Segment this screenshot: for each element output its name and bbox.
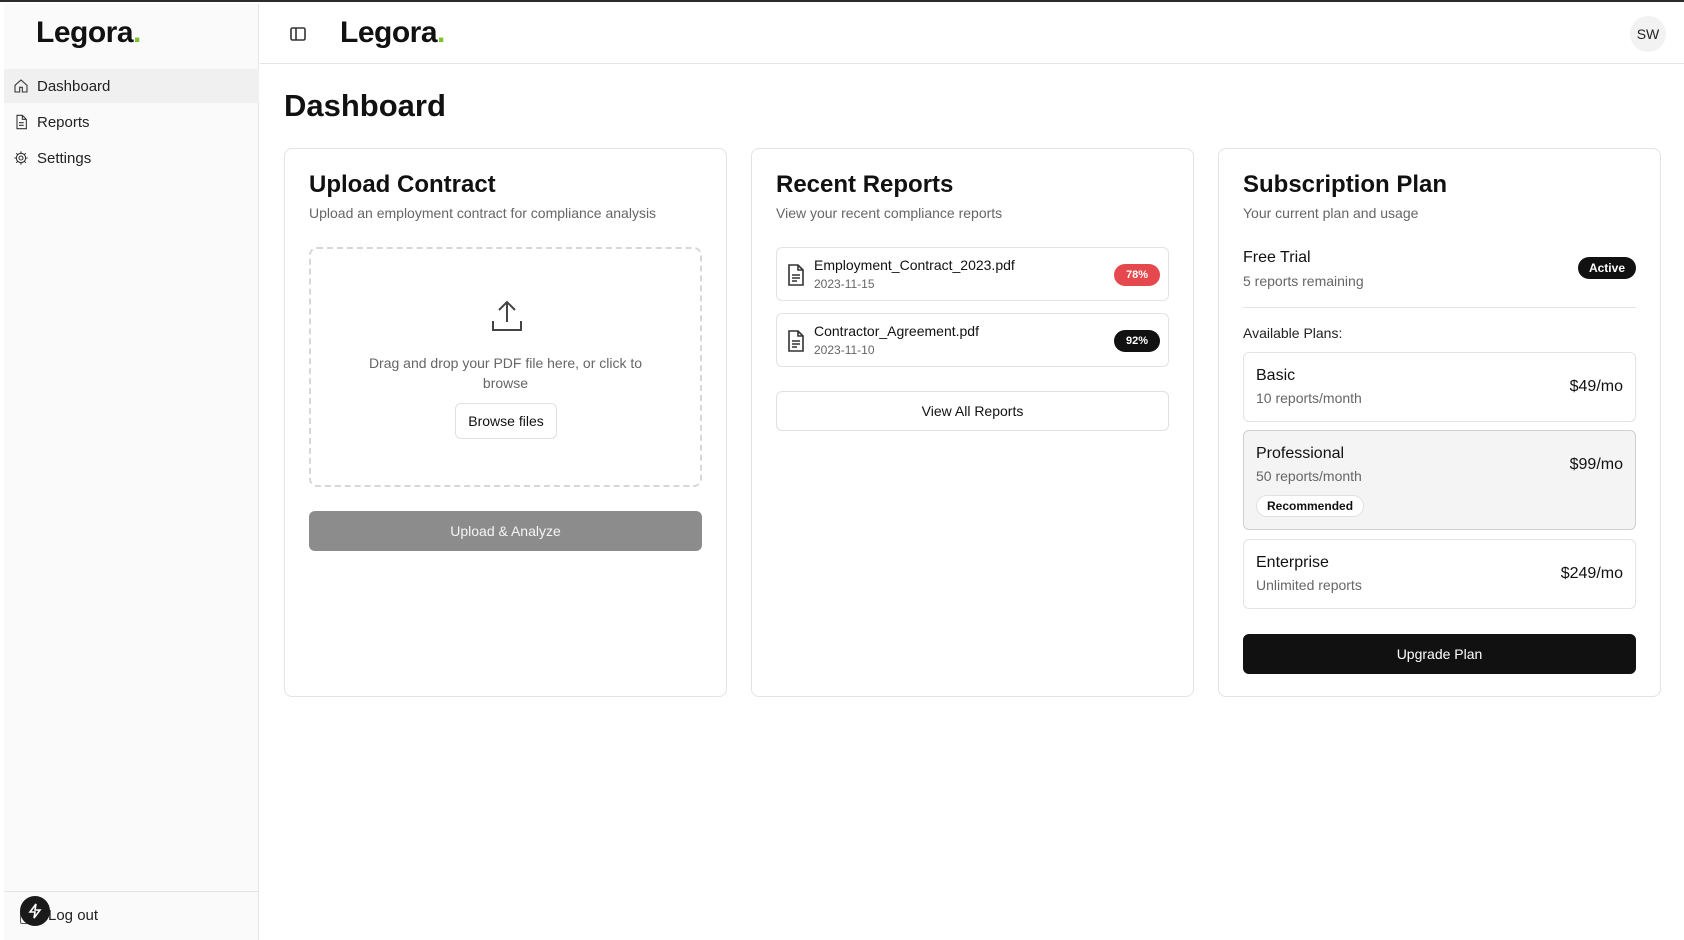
file-dropzone[interactable]: Drag and drop your PDF file here, or cli… bbox=[309, 247, 702, 487]
sidebar-nav: Dashboard Reports Settings bbox=[4, 69, 259, 177]
sidebar-item-label: Dashboard bbox=[37, 77, 111, 95]
upload-card: Upload Contract Upload an employment con… bbox=[284, 148, 727, 697]
divider bbox=[1243, 307, 1636, 308]
score-badge: 92% bbox=[1114, 330, 1160, 352]
score-badge: 78% bbox=[1114, 264, 1160, 286]
plan-price: $99/mo bbox=[1569, 456, 1623, 473]
plan-description: Unlimited reports bbox=[1256, 577, 1362, 593]
current-plan-name: Free Trial bbox=[1243, 249, 1311, 266]
upload-analyze-button[interactable]: Upload & Analyze bbox=[309, 511, 702, 551]
browse-files-button[interactable]: Browse files bbox=[455, 403, 557, 439]
plan-name: Professional bbox=[1256, 445, 1345, 462]
plan-name: Basic bbox=[1256, 367, 1296, 384]
sidebar-footer: Log out bbox=[4, 891, 258, 940]
sidebar-item-reports[interactable]: Reports bbox=[4, 105, 259, 139]
plan-description: 50 reports/month bbox=[1256, 468, 1362, 484]
available-plans-label: Available Plans: bbox=[1243, 325, 1343, 341]
document-icon bbox=[787, 330, 805, 352]
sidebar-toggle-button[interactable] bbox=[288, 24, 308, 44]
dropzone-instructions: Drag and drop your PDF file here, or cli… bbox=[368, 355, 643, 391]
sidebar: Legora. Dashboard Reports Settings Log o… bbox=[4, 4, 259, 940]
sidebar-logo[interactable]: Legora. bbox=[36, 16, 141, 50]
logout-button[interactable]: Log out bbox=[48, 907, 98, 924]
report-date: 2023-11-10 bbox=[814, 343, 875, 357]
plan-price: $49/mo bbox=[1569, 378, 1623, 395]
plan-price: $249/mo bbox=[1560, 565, 1623, 582]
upgrade-plan-button[interactable]: Upgrade Plan bbox=[1243, 634, 1636, 674]
avatar[interactable]: SW bbox=[1630, 16, 1666, 52]
upload-card-title: Upload Contract bbox=[309, 171, 496, 198]
upload-card-description: Upload an employment contract for compli… bbox=[309, 205, 657, 221]
plan-description: 10 reports/month bbox=[1256, 390, 1362, 406]
reports-card-description: View your recent compliance reports bbox=[776, 205, 1003, 221]
report-filename: Contractor_Agreement.pdf bbox=[814, 323, 979, 339]
plan-option-enterprise[interactable]: Enterprise Unlimited reports $249/mo bbox=[1243, 539, 1636, 609]
reports-card-title: Recent Reports bbox=[776, 171, 954, 198]
subscription-card: Subscription Plan Your current plan and … bbox=[1218, 148, 1661, 697]
file-text-icon bbox=[16, 114, 27, 130]
topbar: Legora. SW bbox=[260, 4, 1684, 64]
sidebar-item-settings[interactable]: Settings bbox=[4, 141, 259, 175]
app-window: Legora. Dashboard Reports Settings Log o… bbox=[0, 0, 1684, 940]
plan-option-professional[interactable]: Professional 50 reports/month $99/mo Rec… bbox=[1243, 430, 1636, 530]
sidebar-item-label: Settings bbox=[37, 149, 92, 167]
page-title: Dashboard bbox=[284, 88, 446, 123]
current-plan-remaining: 5 reports remaining bbox=[1243, 273, 1364, 289]
document-icon bbox=[787, 264, 805, 286]
plan-name: Enterprise bbox=[1256, 554, 1329, 571]
topbar-logo[interactable]: Legora. bbox=[340, 16, 445, 50]
view-all-reports-button[interactable]: View All Reports bbox=[776, 391, 1169, 431]
sidebar-item-dashboard[interactable]: Dashboard bbox=[4, 69, 259, 103]
report-date: 2023-11-15 bbox=[814, 277, 875, 291]
report-item[interactable]: Employment_Contract_2023.pdf 2023-11-15 … bbox=[776, 247, 1169, 301]
report-filename: Employment_Contract_2023.pdf bbox=[814, 257, 1015, 273]
upload-icon bbox=[488, 297, 526, 335]
subscription-card-description: Your current plan and usage bbox=[1243, 205, 1419, 221]
gear-icon bbox=[14, 151, 28, 165]
recommended-badge: Recommended bbox=[1256, 495, 1365, 517]
status-badge: Active bbox=[1577, 257, 1636, 279]
plan-option-basic[interactable]: Basic 10 reports/month $49/mo bbox=[1243, 352, 1636, 422]
sidebar-item-label: Reports bbox=[37, 113, 90, 131]
bolt-icon[interactable] bbox=[20, 896, 50, 926]
home-icon bbox=[14, 79, 28, 93]
panel-left-icon bbox=[290, 27, 306, 41]
recent-reports-card: Recent Reports View your recent complian… bbox=[751, 148, 1194, 697]
report-item[interactable]: Contractor_Agreement.pdf 2023-11-10 92% bbox=[776, 313, 1169, 367]
subscription-card-title: Subscription Plan bbox=[1243, 171, 1448, 198]
